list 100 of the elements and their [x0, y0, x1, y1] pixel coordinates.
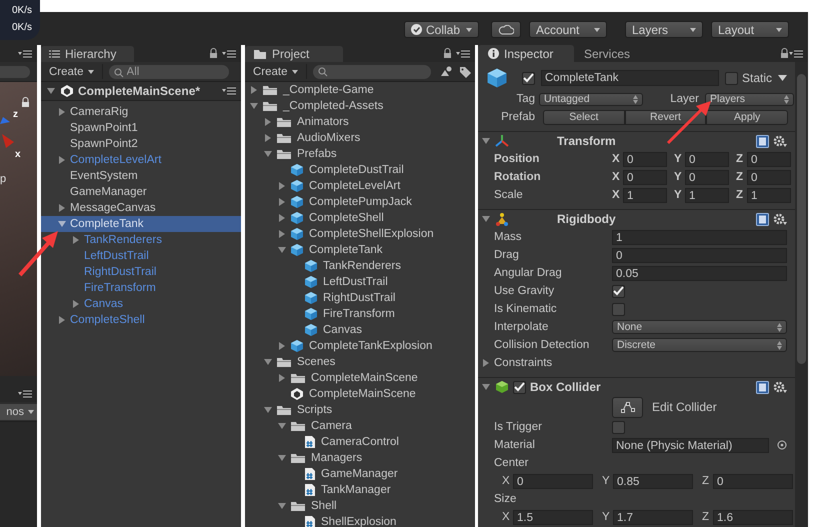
collapsed-arrow-icon[interactable]: [57, 315, 67, 325]
value-field[interactable]: 1: [747, 188, 791, 202]
checkbox[interactable]: [612, 420, 625, 434]
value-field[interactable]: 0: [612, 248, 787, 262]
prefab-button[interactable]: Apply: [706, 110, 788, 124]
value-field[interactable]: 0: [513, 474, 593, 488]
object-field[interactable]: None (Physic Material): [612, 438, 769, 452]
menu-icon[interactable]: [18, 50, 32, 58]
hierarchy-item[interactable]: CompleteLevelArt: [70, 154, 162, 166]
expanded-arrow-icon[interactable]: [263, 357, 273, 367]
collapsed-arrow-icon[interactable]: [57, 107, 67, 117]
expanded-arrow-icon[interactable]: [277, 501, 287, 511]
checkbox[interactable]: [725, 72, 738, 84]
expanded-arrow-icon[interactable]: [277, 245, 287, 255]
asset-item[interactable]: CompleteTank: [309, 244, 383, 256]
expanded-arrow-icon[interactable]: [263, 149, 273, 159]
filter-by-type-icon[interactable]: [441, 66, 453, 77]
asset-item[interactable]: CompletePumpJack: [309, 196, 412, 208]
asset-item[interactable]: CompleteMainScene: [311, 372, 418, 384]
expanded-arrow-icon[interactable]: [481, 214, 491, 224]
hierarchy-item[interactable]: CompleteShell: [70, 314, 145, 326]
edit-collider-button[interactable]: [612, 396, 643, 418]
scrollbar[interactable]: [795, 62, 808, 527]
menu-icon[interactable]: [222, 50, 236, 58]
checkbox[interactable]: [522, 72, 535, 84]
project-tab[interactable]: Project: [245, 46, 343, 62]
collapsed-arrow-icon[interactable]: [71, 235, 81, 245]
create-dropdown[interactable]: Create: [249, 64, 307, 79]
collapsed-arrow-icon[interactable]: [481, 358, 491, 368]
scene-view[interactable]: z x p: [0, 82, 37, 376]
asset-item[interactable]: AudioMixers: [297, 132, 360, 144]
prefab-button[interactable]: Revert: [624, 110, 706, 124]
layout-dropdown[interactable]: Layout: [711, 21, 789, 38]
asset-item[interactable]: Animators: [297, 116, 349, 128]
settings-icon[interactable]: [773, 381, 787, 393]
expanded-arrow-icon[interactable]: [249, 101, 259, 111]
hierarchy-tab[interactable]: Hierarchy: [41, 46, 134, 62]
expanded-arrow-icon[interactable]: [277, 421, 287, 431]
asset-item[interactable]: CompleteLevelArt: [309, 180, 400, 192]
settings-icon[interactable]: [773, 213, 787, 225]
value-field[interactable]: 1: [685, 188, 729, 202]
tag-icon[interactable]: [459, 66, 471, 78]
collapsed-arrow-icon[interactable]: [277, 213, 287, 223]
hierarchy-item[interactable]: RightDustTrail: [84, 266, 156, 278]
value-field[interactable]: 1.7: [613, 510, 693, 524]
hierarchy-item[interactable]: Canvas: [84, 298, 123, 310]
value-field[interactable]: 0: [685, 152, 729, 166]
collapsed-arrow-icon[interactable]: [277, 373, 287, 383]
value-field[interactable]: 0: [713, 474, 793, 488]
caret-icon[interactable]: [778, 75, 788, 81]
collab-button[interactable]: Collab: [404, 21, 479, 38]
menu-icon[interactable]: [18, 390, 32, 398]
collapsed-arrow-icon[interactable]: [71, 299, 81, 309]
menu-icon[interactable]: [789, 50, 803, 58]
hierarchy-item[interactable]: MessageCanvas: [70, 202, 156, 214]
lock-icon[interactable]: [209, 48, 218, 58]
lock-icon[interactable]: [780, 48, 789, 58]
value-field[interactable]: 0.85: [613, 474, 693, 488]
menu-icon[interactable]: [222, 87, 236, 95]
hierarchy-item[interactable]: LeftDustTrail: [84, 250, 149, 262]
asset-item[interactable]: CompleteMainScene: [309, 388, 416, 400]
asset-item[interactable]: GameManager: [321, 468, 398, 480]
tag-dropdown[interactable]: Untagged: [539, 92, 643, 106]
asset-item[interactable]: Scenes: [297, 356, 336, 368]
hierarchy-item[interactable]: FireTransform: [84, 282, 156, 294]
checkbox[interactable]: [513, 380, 526, 394]
account-dropdown[interactable]: Account: [529, 21, 607, 38]
inspector-tab[interactable]: Inspector: [478, 45, 574, 62]
value-field[interactable]: 0.05: [612, 266, 787, 280]
menu-icon[interactable]: [456, 50, 470, 58]
value-field[interactable]: 0: [747, 152, 791, 166]
create-dropdown[interactable]: Create: [45, 64, 103, 79]
asset-item[interactable]: _Completed-Assets: [283, 100, 384, 112]
help-book-icon[interactable]: [756, 134, 769, 148]
expanded-arrow-icon[interactable]: [481, 382, 491, 392]
asset-item[interactable]: RightDustTrail: [323, 292, 396, 304]
help-book-icon[interactable]: [756, 380, 769, 394]
foldout-label[interactable]: Constraints: [494, 357, 552, 369]
asset-item[interactable]: CompleteDustTrail: [309, 164, 404, 176]
hierarchy-item[interactable]: CompleteTank: [41, 216, 241, 232]
value-field[interactable]: 1: [623, 188, 667, 202]
layer-dropdown[interactable]: Players: [705, 92, 794, 106]
help-book-icon[interactable]: [756, 212, 769, 226]
search-field[interactable]: [0, 66, 30, 78]
asset-item[interactable]: Managers: [311, 452, 362, 464]
asset-item[interactable]: CompleteShellExplosion: [309, 228, 434, 240]
gizmos-dropdown[interactable]: nos: [0, 404, 37, 420]
asset-item[interactable]: CompleteShell: [309, 212, 384, 224]
hierarchy-item[interactable]: EventSystem: [70, 170, 138, 182]
expanded-arrow-icon[interactable]: [277, 453, 287, 463]
hierarchy-item[interactable]: SpawnPoint1: [70, 122, 138, 134]
value-field[interactable]: 0: [685, 170, 729, 184]
hierarchy-item[interactable]: TankRenderers: [84, 234, 162, 246]
settings-icon[interactable]: [773, 135, 787, 147]
object-name-field[interactable]: CompleteTank: [541, 70, 719, 86]
lock-icon[interactable]: [21, 97, 30, 107]
asset-item[interactable]: LeftDustTrail: [323, 276, 388, 288]
hierarchy-item[interactable]: GameManager: [70, 186, 147, 198]
expanded-arrow-icon[interactable]: [46, 86, 56, 96]
expanded-arrow-icon[interactable]: [481, 136, 491, 146]
